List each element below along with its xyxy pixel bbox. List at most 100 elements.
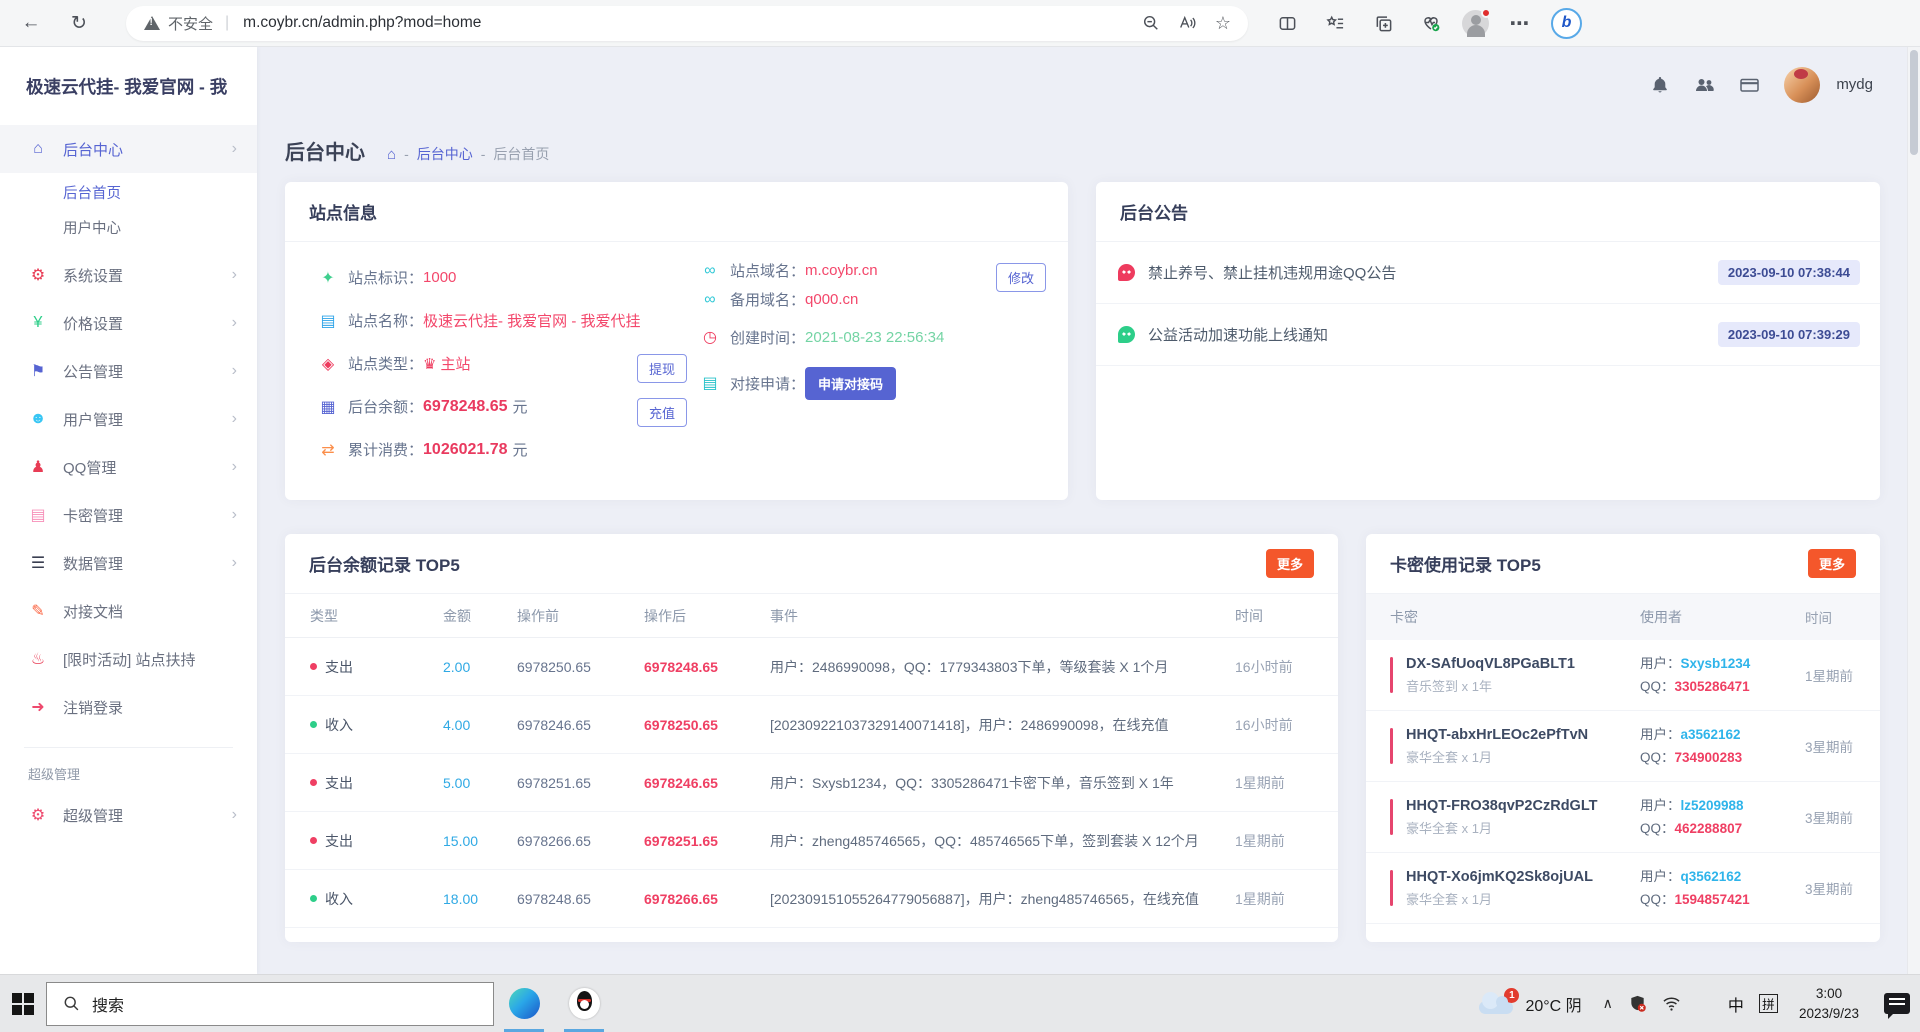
balance-records-card: 后台余额记录 TOP5 更多 类型 金额 操作前 操作后 事件 时间 支出 2.… <box>285 534 1338 942</box>
sidebar-item-card-key-mgmt[interactable]: ▤ 卡密管理 › <box>0 491 257 539</box>
browser-profile-avatar[interactable] <box>1462 7 1491 37</box>
table-row: HHQT-Xo6jmKQ2Sk8ojUAL 豪华全套 x 1月 用户：q35621… <box>1366 853 1880 924</box>
taskbar-edge-app[interactable] <box>494 975 554 1032</box>
income-dot-icon <box>310 895 317 902</box>
user-avatar[interactable] <box>1784 66 1821 103</box>
notification-center-icon[interactable] <box>1884 993 1910 1019</box>
card-title: 卡密使用记录 TOP5 <box>1390 556 1541 575</box>
sidebar-item-limited-event[interactable]: ♨ [限时活动] 站点扶持 <box>0 635 257 683</box>
defender-shield-icon[interactable] <box>1628 994 1647 1013</box>
sidebar: 极速云代挂- 我爱官网 - 我 ⌂ 后台中心 › 后台首页 用户中心 ⚙ 系统设… <box>0 47 257 974</box>
income-dot-icon <box>310 721 317 728</box>
withdraw-button[interactable]: 提现 <box>637 354 688 383</box>
bell-icon[interactable] <box>1650 75 1670 95</box>
id-card-icon: ▤ <box>320 312 336 330</box>
username: mydg <box>1836 76 1873 93</box>
announcement-item[interactable]: 禁止养号、禁止挂机违规用途QQ公告 2023-09-10 07:38:44 <box>1096 242 1880 304</box>
zoom-out-icon[interactable] <box>1136 8 1166 38</box>
table-row: HHQT-abxHrLEOc2ePfTvN 豪华全套 x 1月 用户：a35621… <box>1366 711 1880 782</box>
edge-icon <box>508 988 540 1019</box>
group-users-icon[interactable] <box>1694 75 1715 95</box>
qq-icon <box>568 988 600 1019</box>
site-type-value: 主站 <box>440 356 471 373</box>
modify-domain-button[interactable]: 修改 <box>995 263 1046 292</box>
read-aloud-icon[interactable] <box>1172 8 1202 38</box>
sidebar-item-user-mgmt[interactable]: ☻ 用户管理 › <box>0 395 257 443</box>
sidebar-item-backend-home[interactable]: 后台首页 <box>0 175 257 210</box>
bing-copilot-icon[interactable]: b <box>1551 7 1582 39</box>
breadcrumb-link-backend[interactable]: 后台中心 <box>417 144 473 164</box>
billing-card-icon[interactable] <box>1739 75 1760 95</box>
sidebar-item-logout[interactable]: ➜ 注销登录 <box>0 683 257 731</box>
sidebar-item-data-mgmt[interactable]: ☰ 数据管理 › <box>0 539 257 587</box>
site-info-card: 站点信息 ✦ 站点标识： 1000 ▤ 站点名称： 极速云代挂- 我爱官网 - … <box>285 182 1068 500</box>
collections-icon[interactable] <box>1366 6 1400 40</box>
site-name-value: 极速云代挂- 我爱官网 - 我爱代挂 <box>423 313 641 330</box>
expense-dot-icon <box>310 779 317 786</box>
taskbar-qq-app[interactable] <box>554 975 614 1032</box>
table-header: 卡密 使用者 时间 <box>1366 594 1880 640</box>
browser-essentials-icon[interactable] <box>1414 6 1448 40</box>
ime-mode-indicator[interactable]: 拼 <box>1758 994 1778 1013</box>
diamond-icon: ◈ <box>321 355 335 373</box>
security-label: 不安全 <box>168 15 214 33</box>
announcement-item[interactable]: 公益活动加速功能上线通知 2023-09-10 07:39:29 <box>1096 304 1880 366</box>
chevron-right-icon: › <box>231 140 237 157</box>
clock-icon: ◷ <box>703 329 717 346</box>
qq-penguin-icon: ♟ <box>30 459 46 476</box>
settings-more-icon[interactable]: ⋯ <box>1503 6 1537 40</box>
browser-scrollbar[interactable] <box>1907 47 1920 974</box>
tray-expand-icon[interactable]: ∧ <box>1603 995 1613 1012</box>
more-button[interactable]: 更多 <box>1807 549 1856 578</box>
cake-icon: ♨ <box>30 651 46 668</box>
address-bar[interactable]: 不安全 | m.coybr.cn/admin.php?mod=home ☆ <box>126 5 1248 41</box>
sidebar-item-api-docs[interactable]: ✎ 对接文档 <box>0 587 257 635</box>
favorites-list-icon[interactable] <box>1318 6 1352 40</box>
sidebar-item-qq-mgmt[interactable]: ♟ QQ管理 › <box>0 443 257 491</box>
ime-language-indicator[interactable]: 中 <box>1728 992 1744 1016</box>
weather-badge: 1 <box>1504 988 1520 1003</box>
recharge-button[interactable]: 充值 <box>637 398 688 427</box>
sidebar-item-backend-center[interactable]: ⌂ 后台中心 › <box>0 125 257 173</box>
created-time-value: 2021-08-23 22:56:34 <box>805 328 945 346</box>
sidebar-item-announcement-mgmt[interactable]: ⚑ 公告管理 › <box>0 347 257 395</box>
taskbar-clock[interactable]: 3:00 2023/9/23 <box>1799 984 1859 1023</box>
taskbar-search-box[interactable]: 搜索 <box>46 981 494 1026</box>
site-id-value: 1000 <box>423 269 457 286</box>
more-button[interactable]: 更多 <box>1265 549 1314 578</box>
split-screen-icon[interactable] <box>1270 6 1304 40</box>
scrollbar-thumb[interactable] <box>1910 50 1918 155</box>
sidebar-item-super-admin[interactable]: ⚙ 超级管理 › <box>0 791 257 839</box>
wifi-icon[interactable] <box>1662 995 1681 1012</box>
link-icon: ∞ <box>704 261 716 279</box>
start-button[interactable] <box>0 975 46 1032</box>
chevron-right-icon: › <box>231 362 237 379</box>
breadcrumb-home-icon[interactable]: ⌂ <box>387 146 396 163</box>
table-row: 支出 15.00 6978266.65 6978251.65 用户：zheng4… <box>285 812 1338 870</box>
logout-runner-icon: ➜ <box>31 699 45 716</box>
sidebar-item-system-settings[interactable]: ⚙ 系统设置 › <box>0 251 257 299</box>
sidebar-item-price-settings[interactable]: ¥ 价格设置 › <box>0 299 257 347</box>
taskbar-weather[interactable]: 1 20°C 阴 <box>1479 988 1582 1016</box>
megaphone-icon: ⚑ <box>30 363 46 380</box>
chevron-right-icon: › <box>231 266 237 283</box>
gears-icon: ⚙ <box>30 807 46 824</box>
tray-avatar-icon[interactable] <box>1696 995 1713 1012</box>
list-icon: ☰ <box>30 555 46 572</box>
table-row: HHQT-FRO38qvP2CzRdGLT 豪华全套 x 1月 用户：lz5209… <box>1366 782 1880 853</box>
favorite-star-icon[interactable]: ☆ <box>1208 8 1238 38</box>
apply-connect-code-button[interactable]: 申请对接码 <box>805 366 897 400</box>
weather-cloud-icon: 1 <box>1479 988 1520 1014</box>
chevron-right-icon: › <box>231 314 237 331</box>
comment-bubble-icon <box>1118 326 1135 343</box>
sidebar-section-label: 超级管理 <box>28 767 81 782</box>
accent-bar <box>1390 799 1393 835</box>
browser-back-icon[interactable]: ← <box>14 6 48 40</box>
balance-value: 6978248.65 <box>423 397 508 415</box>
expense-dot-icon <box>310 837 317 844</box>
announcement-time-badge: 2023-09-10 07:39:29 <box>1717 322 1860 347</box>
sidebar-item-user-center[interactable]: 用户中心 <box>0 210 257 245</box>
browser-refresh-icon[interactable]: ↻ <box>62 6 96 40</box>
chevron-right-icon: › <box>231 806 237 823</box>
breadcrumb: 后台中心 ⌂ - 后台中心 - 后台首页 <box>257 136 1907 165</box>
